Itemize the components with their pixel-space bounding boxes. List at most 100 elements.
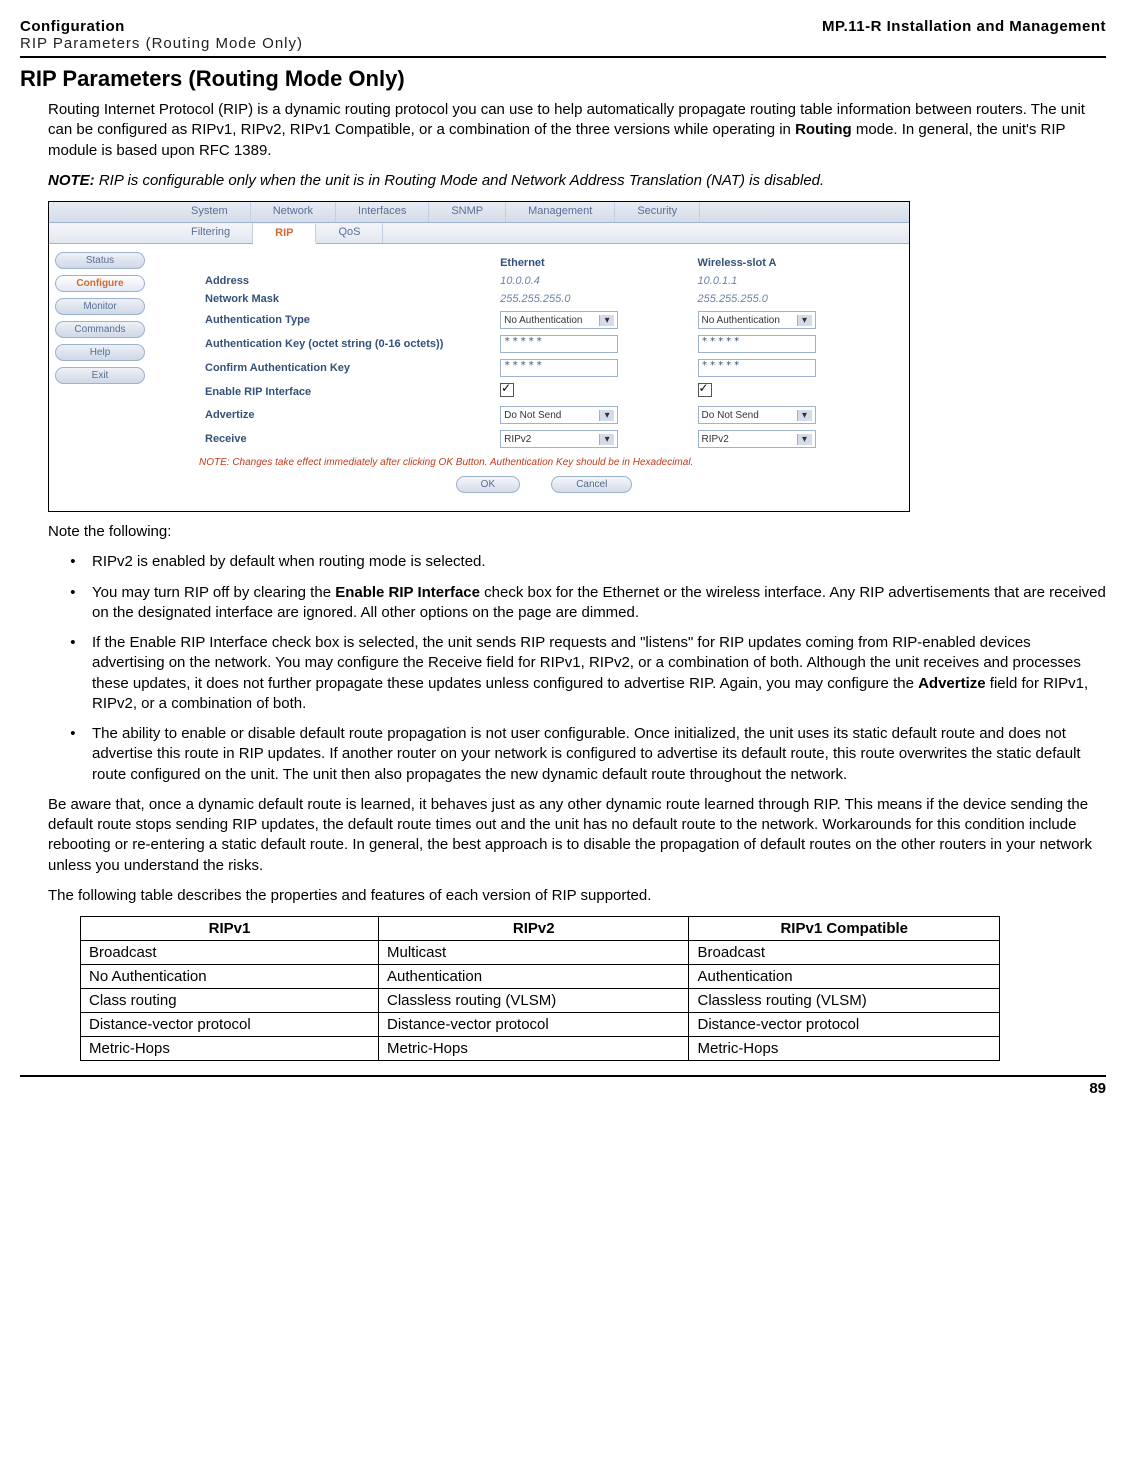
table-cell: Metric-Hops — [81, 1037, 379, 1061]
table-cell: No Authentication — [81, 965, 379, 989]
table-cell: Distance-vector protocol — [81, 1013, 379, 1037]
note-paragraph: NOTE: RIP is configurable only when the … — [48, 171, 1106, 191]
authtype-eth-select[interactable]: No Authentication ▾ — [500, 311, 618, 329]
side-help[interactable]: Help — [55, 344, 145, 361]
table-header: RIPv2 — [379, 917, 689, 941]
list-item: If the Enable RIP Interface check box is… — [88, 633, 1106, 714]
confirm-wl-input[interactable]: ***** — [698, 359, 816, 377]
row-label-advertize: Advertize — [199, 403, 494, 427]
tab-rip[interactable]: RIP — [253, 224, 316, 244]
advertize-eth-value: Do Not Send — [504, 410, 561, 421]
advertize-wl-value: Do Not Send — [702, 410, 759, 421]
page-number: 89 — [20, 1075, 1106, 1097]
table-cell: Distance-vector protocol — [379, 1013, 689, 1037]
table-cell: Distance-vector protocol — [689, 1013, 1000, 1037]
intro-paragraph: Routing Internet Protocol (RIP) is a dyn… — [48, 100, 1106, 161]
confirm-eth-input[interactable]: ***** — [500, 359, 618, 377]
chevron-down-icon: ▾ — [599, 434, 614, 445]
table-row: Metric-Hops Metric-Hops Metric-Hops — [81, 1037, 1000, 1061]
enable-eth-checkbox[interactable] — [500, 383, 514, 397]
note-label: NOTE: — [48, 172, 95, 189]
authkey-eth-input[interactable]: ***** — [500, 335, 618, 353]
tab-network[interactable]: Network — [251, 202, 336, 222]
table-header: RIPv1 — [81, 917, 379, 941]
row-label-address: Address — [199, 272, 494, 290]
side-exit[interactable]: Exit — [55, 367, 145, 384]
table-header: RIPv1 Compatible — [689, 917, 1000, 941]
side-monitor[interactable]: Monitor — [55, 298, 145, 315]
table-cell: Metric-Hops — [689, 1037, 1000, 1061]
note-following: Note the following: — [48, 522, 1106, 542]
chevron-down-icon: ▾ — [599, 315, 614, 326]
address-wl: 10.0.1.1 — [692, 272, 889, 290]
sub-tab-bar: Filtering RIP QoS — [49, 223, 909, 244]
list-item: You may turn RIP off by clearing the Ena… — [88, 583, 1106, 624]
table-cell: Class routing — [81, 989, 379, 1013]
receive-eth-value: RIPv2 — [504, 434, 531, 445]
receive-eth-select[interactable]: RIPv2 ▾ — [500, 430, 618, 448]
table-intro: The following table describes the proper… — [48, 886, 1106, 906]
authkey-wl-input[interactable]: ***** — [698, 335, 816, 353]
table-row: Class routing Classless routing (VLSM) C… — [81, 989, 1000, 1013]
table-cell: Broadcast — [689, 941, 1000, 965]
ok-button[interactable]: OK — [456, 476, 520, 493]
chevron-down-icon: ▾ — [797, 434, 812, 445]
top-tab-bar: System Network Interfaces SNMP Managemen… — [49, 202, 909, 223]
row-label-mask: Network Mask — [199, 290, 494, 308]
row-label-authkey: Authentication Key (octet string (0-16 o… — [199, 332, 494, 356]
screenshot-note: NOTE: Changes take effect immediately af… — [199, 451, 889, 472]
b3-bold: Advertize — [918, 675, 986, 692]
table-cell: Broadcast — [81, 941, 379, 965]
table-cell: Classless routing (VLSM) — [689, 989, 1000, 1013]
table-cell: Authentication — [379, 965, 689, 989]
intro-bold-routing: Routing — [795, 121, 852, 138]
page-header: Configuration RIP Parameters (Routing Mo… — [20, 18, 1106, 58]
embedded-screenshot: System Network Interfaces SNMP Managemen… — [48, 201, 910, 512]
col-ethernet: Ethernet — [494, 254, 691, 272]
header-right-title: MP.11-R Installation and Management — [822, 18, 1106, 52]
list-item: RIPv2 is enabled by default when routing… — [88, 552, 1106, 572]
side-status[interactable]: Status — [55, 252, 145, 269]
tab-interfaces[interactable]: Interfaces — [336, 202, 429, 222]
table-cell: Classless routing (VLSM) — [379, 989, 689, 1013]
row-label-receive: Receive — [199, 427, 494, 451]
tab-filtering[interactable]: Filtering — [169, 223, 253, 243]
advertize-eth-select[interactable]: Do Not Send ▾ — [500, 406, 618, 424]
chevron-down-icon: ▾ — [599, 410, 614, 421]
list-item: The ability to enable or disable default… — [88, 724, 1106, 785]
tab-qos[interactable]: QoS — [316, 223, 383, 243]
bullet-list: RIPv2 is enabled by default when routing… — [68, 552, 1106, 785]
header-left-title: Configuration — [20, 18, 303, 35]
tab-snmp[interactable]: SNMP — [429, 202, 506, 222]
table-cell: Metric-Hops — [379, 1037, 689, 1061]
cancel-button[interactable]: Cancel — [551, 476, 632, 493]
b2-text-a: You may turn RIP off by clearing the — [92, 584, 335, 601]
table-row: No Authentication Authentication Authent… — [81, 965, 1000, 989]
advertize-wl-select[interactable]: Do Not Send▾ — [698, 406, 816, 424]
table-cell: Authentication — [689, 965, 1000, 989]
receive-wl-select[interactable]: RIPv2▾ — [698, 430, 816, 448]
side-nav: Status Configure Monitor Commands Help E… — [49, 244, 149, 511]
authtype-wl-value: No Authentication — [702, 315, 780, 326]
section-heading: RIP Parameters (Routing Mode Only) — [20, 66, 1106, 92]
mask-wl: 255.255.255.0 — [692, 290, 889, 308]
tab-system[interactable]: System — [169, 202, 251, 222]
tab-management[interactable]: Management — [506, 202, 615, 222]
b2-bold: Enable RIP Interface — [335, 584, 480, 601]
table-row: Broadcast Multicast Broadcast — [81, 941, 1000, 965]
table-cell: Multicast — [379, 941, 689, 965]
row-label-confirm: Confirm Authentication Key — [199, 356, 494, 380]
aware-paragraph: Be aware that, once a dynamic default ro… — [48, 795, 1106, 876]
row-label-authtype: Authentication Type — [199, 308, 494, 332]
config-panel: Ethernet Wireless-slot A Address 10.0.0.… — [149, 244, 909, 511]
side-configure[interactable]: Configure — [55, 275, 145, 292]
address-eth: 10.0.0.4 — [494, 272, 691, 290]
chevron-down-icon: ▾ — [797, 315, 812, 326]
tab-security[interactable]: Security — [615, 202, 700, 222]
authtype-eth-value: No Authentication — [504, 315, 582, 326]
enable-wl-checkbox[interactable] — [698, 383, 712, 397]
side-commands[interactable]: Commands — [55, 321, 145, 338]
authtype-wl-select[interactable]: No Authentication ▾ — [698, 311, 816, 329]
header-left-sub: RIP Parameters (Routing Mode Only) — [20, 35, 303, 52]
table-row: Distance-vector protocol Distance-vector… — [81, 1013, 1000, 1037]
